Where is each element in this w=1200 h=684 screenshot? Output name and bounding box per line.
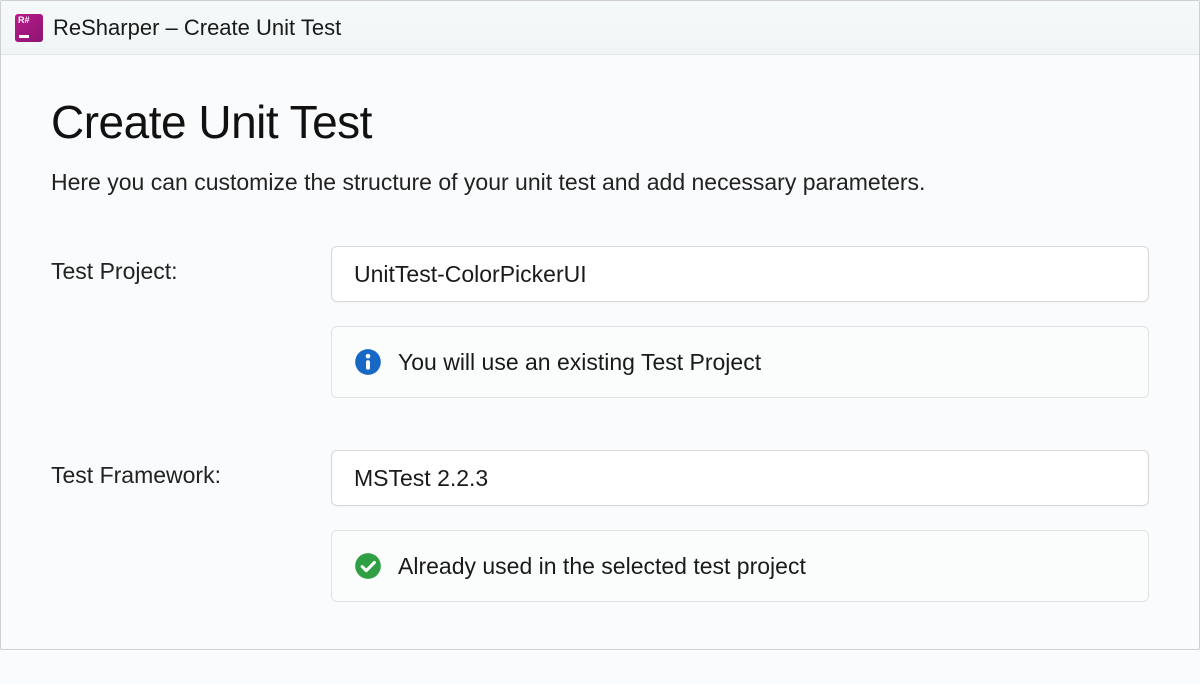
titlebar: R# ReSharper – Create Unit Test <box>1 1 1199 55</box>
test-framework-label: Test Framework: <box>51 450 331 489</box>
info-icon <box>354 348 382 376</box>
page-title: Create Unit Test <box>51 95 1149 149</box>
checkmark-icon <box>354 552 382 580</box>
dialog-content: Create Unit Test Here you can customize … <box>1 55 1199 684</box>
test-framework-hint-box: Already used in the selected test projec… <box>331 530 1149 602</box>
test-framework-hint-text: Already used in the selected test projec… <box>398 553 806 580</box>
test-framework-row: Test Framework: MSTest 2.2.3 Already use… <box>51 450 1149 634</box>
test-project-select[interactable]: UnitTest-ColorPickerUI <box>331 246 1149 302</box>
test-framework-select[interactable]: MSTest 2.2.3 <box>331 450 1149 506</box>
test-framework-value: MSTest 2.2.3 <box>354 465 488 492</box>
page-subtitle: Here you can customize the structure of … <box>51 169 1149 196</box>
test-project-label: Test Project: <box>51 246 331 285</box>
test-project-value: UnitTest-ColorPickerUI <box>354 261 587 288</box>
window-title: ReSharper – Create Unit Test <box>53 15 341 41</box>
resharper-icon-letters: R# <box>18 16 30 25</box>
test-project-hint-box: You will use an existing Test Project <box>331 326 1149 398</box>
resharper-icon: R# <box>15 14 43 42</box>
test-project-row: Test Project: UnitTest-ColorPickerUI You… <box>51 246 1149 430</box>
test-project-hint-text: You will use an existing Test Project <box>398 349 761 376</box>
